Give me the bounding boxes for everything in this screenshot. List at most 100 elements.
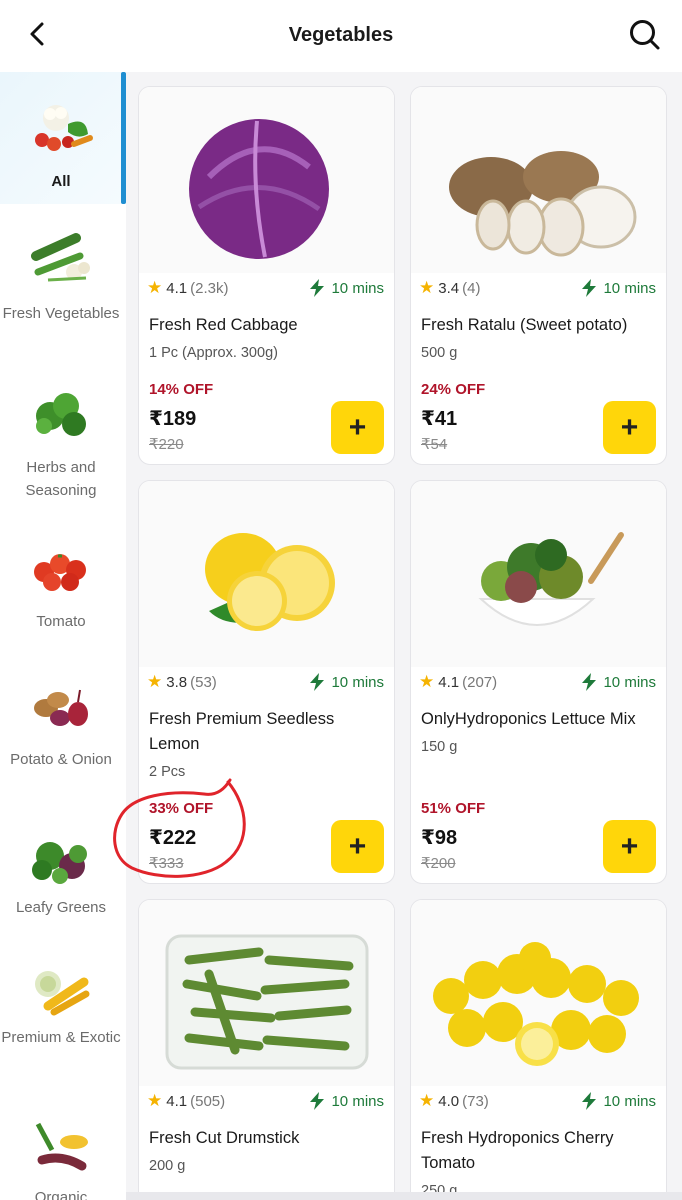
rating-value: 3.4 [438,279,460,297]
rating-badge: ★ 4.1 (505) [139,1086,236,1116]
star-icon: ★ [419,278,435,297]
sidebar-item-all[interactable]: All [0,72,126,204]
product-quantity: 1 Pc (Approx. 300g) [149,345,278,361]
page-title: Vegetables [288,24,394,46]
sidebar-item-label: Fresh Vegetables [2,305,120,322]
rating-badge: ★ 3.4 (4) [411,273,491,303]
product-card[interactable]: ★ 4.1 (505) 10 mins Fresh Cut Drumstick … [138,899,395,1200]
tomato-image [34,554,86,591]
exotic-vegetables-image [35,971,90,1016]
add-to-cart-button[interactable]: + [331,401,384,454]
red-cabbage-image [139,87,394,273]
delivery-time-badge: 10 mins [301,273,394,303]
rating-count: (2.3k) [190,279,229,297]
product-name: Fresh Cut Drumstick [149,1129,300,1147]
product-card[interactable]: ★ 4.1 (207) 10 mins OnlyHydroponics Lett… [410,480,667,884]
delivery-time: 10 mins [603,1092,656,1110]
product-card[interactable]: ★ 3.8 (53) 10 mins Fresh Premium Seedles… [138,480,395,884]
product-mrp: ₹200 [421,855,456,872]
leafy-greens-image [32,842,87,884]
add-to-cart-button[interactable]: + [603,401,656,454]
lightning-icon [582,1092,597,1110]
product-mrp: ₹54 [421,436,448,453]
lightning-icon [310,673,325,691]
sidebar-item-label: All [51,173,71,190]
delivery-time: 10 mins [331,673,384,691]
lightning-icon [582,279,597,297]
sidebar-item-label: Organic [34,1189,88,1200]
discount-label: 24% OFF [421,381,486,398]
product-card[interactable]: ★ 4.1 (2.3k) 10 mins Fresh Red Cabbage 1… [138,86,395,465]
rating-value: 4.1 [166,279,188,297]
lightning-icon [310,279,325,297]
rating-count: (53) [190,673,217,691]
herbs-image [36,393,86,436]
lemon-image [139,481,394,667]
product-price: ₹222 [149,827,197,849]
organic-vegetables-image [35,1122,88,1171]
product-card[interactable]: ★ 4.0 (73) 10 mins Fresh Hydroponics Che… [410,899,667,1200]
star-icon: ★ [147,672,163,691]
rating-badge: ★ 3.8 (53) [139,667,227,697]
sidebar-item-tomato[interactable]: Tomato [0,530,122,640]
sidebar-item-premium-exotic[interactable]: Premium & Exotic [0,952,122,1082]
product-quantity: 200 g [149,1158,186,1174]
product-name: Fresh Hydroponics Cherry Tomato [421,1129,614,1172]
vegetable-assortment-image [35,105,93,151]
sidebar-item-label: Herbs and Seasoning [25,459,97,499]
ratalu-image [411,87,666,273]
delivery-time: 10 mins [603,673,656,691]
search-button[interactable] [628,18,662,52]
add-to-cart-button[interactable]: + [331,820,384,873]
scroll-edge [126,1192,682,1200]
top-app-bar: Vegetables [0,0,682,72]
rating-value: 4.1 [438,673,460,691]
sidebar-item-herbs[interactable]: Herbs and Seasoning [0,376,122,506]
delivery-time-badge: 10 mins [301,1086,394,1116]
product-quantity: 500 g [421,345,458,361]
add-to-cart-button[interactable]: + [603,820,656,873]
star-icon: ★ [419,672,435,691]
discount-label: 14% OFF [149,381,214,398]
cucumber-image [31,233,90,282]
product-card[interactable]: ★ 3.4 (4) 10 mins Fresh Ratalu (Sweet po… [410,86,667,465]
category-sidebar: All Fresh Vegetables Herbs and Seasoning… [0,72,126,1200]
delivery-time-badge: 10 mins [573,273,666,303]
product-quantity: 150 g [421,739,458,755]
discount-label: 51% OFF [421,800,486,817]
delivery-time-badge: 10 mins [301,667,394,697]
rating-count: (4) [462,279,481,297]
drumstick-image [139,900,394,1086]
delivery-time-badge: 10 mins [573,1086,666,1116]
product-price: ₹189 [149,408,197,430]
rating-count: (505) [190,1092,226,1110]
product-name: Fresh Ratalu (Sweet potato) [421,316,628,334]
rating-count: (207) [462,673,498,691]
rating-count: (73) [462,1092,489,1110]
product-price: ₹98 [421,827,458,849]
sidebar-item-leafy-greens[interactable]: Leafy Greens [0,822,122,932]
delivery-time-badge: 10 mins [573,667,666,697]
rating-badge: ★ 4.1 (2.3k) [139,273,239,303]
discount-label: 33% OFF [149,800,214,817]
lettuce-mix-image [411,481,666,667]
lightning-icon [310,1092,325,1110]
star-icon: ★ [147,278,163,297]
cherry-tomato-image [411,900,666,1086]
sidebar-item-organic[interactable]: Organic [0,1106,122,1200]
sidebar-item-label: Premium & Exotic [1,1029,121,1046]
rating-value: 4.0 [438,1092,460,1110]
sidebar-item-fresh-vegetables[interactable]: Fresh Vegetables [0,222,122,352]
rating-value: 4.1 [166,1092,188,1110]
product-name: OnlyHydroponics Lettuce Mix [421,710,636,728]
sidebar-item-label: Leafy Greens [15,899,107,916]
star-icon: ★ [147,1091,163,1110]
delivery-time: 10 mins [331,1092,384,1110]
star-icon: ★ [419,1091,435,1110]
product-mrp: ₹333 [149,855,184,872]
product-quantity: 2 Pcs [149,764,186,780]
rating-badge: ★ 4.1 (207) [411,667,508,697]
product-mrp: ₹220 [149,436,184,453]
product-name: Fresh Premium Seedless Lemon [149,710,335,753]
sidebar-item-potato-onion[interactable]: Potato & Onion [0,668,122,798]
